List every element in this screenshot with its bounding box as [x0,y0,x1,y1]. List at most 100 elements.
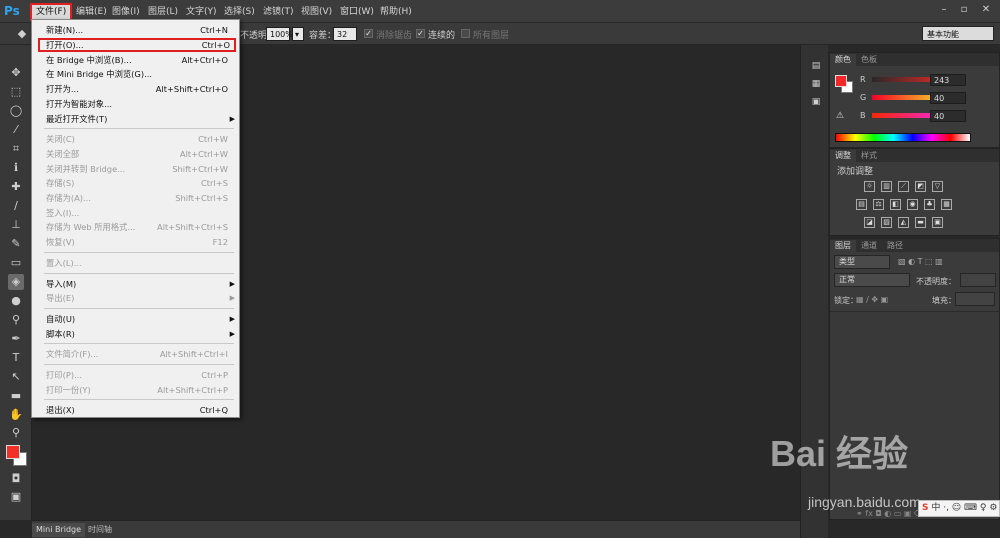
file-menu-item[interactable]: 导入(M) ▶ [46,277,235,291]
blend-mode-select[interactable]: 正常 [834,273,910,287]
clone-stamp-tool-icon[interactable]: ⊥ [8,217,24,233]
color-lookup-icon[interactable]: ▦ [941,199,952,210]
quick-mask-icon[interactable]: ◘ [8,471,24,487]
path-select-tool-icon[interactable]: ↖ [8,369,24,385]
b-value[interactable]: 40 [930,110,966,122]
file-menu-item-shortcut: Shift+Ctrl+W [172,163,228,174]
menu-filter[interactable]: 滤镜(T) [259,4,298,20]
quick-select-tool-icon[interactable]: ⁄ [8,122,24,138]
fill-field[interactable] [955,292,995,306]
file-menu-item: 关闭(C) Ctrl+W [46,132,228,146]
ime-toolbar[interactable]: S 中 ·, ☺ ⌨ ♀ ⚙ [918,500,1000,517]
menu-layer[interactable]: 图层(L) [144,4,182,20]
properties-panel-icon[interactable]: ▦ [809,77,823,91]
file-menu-item: 签入(I)... [46,206,228,220]
file-menu-item[interactable]: 最近打开文件(T) ▶ [46,112,235,126]
file-menu-item[interactable]: 脚本(R) ▶ [46,327,235,341]
panel-foreground-swatch[interactable] [835,75,847,87]
menu-select[interactable]: 选择(S) [220,4,259,20]
photo-filter-icon[interactable]: ◉ [907,199,918,210]
tab-layers[interactable]: 图层 [830,240,856,252]
curves-icon[interactable]: ⟋ [898,181,909,192]
tab-mini-bridge[interactable]: Mini Bridge [32,523,86,537]
tab-swatches[interactable]: 色板 [856,54,882,66]
layer-filter-icons[interactable]: ▧ ◐ T ⬚ ▥ [898,257,943,266]
layer-filter-select[interactable]: 类型 [834,255,890,269]
tab-color[interactable]: 颜色 [830,54,856,66]
dodge-tool-icon[interactable]: ⚲ [8,312,24,328]
menu-edit[interactable]: 编辑(E) [72,4,111,20]
zoom-tool-icon[interactable]: ⚲ [8,425,24,441]
color-balance-icon[interactable]: ⚖ [873,199,884,210]
actions-panel-icon[interactable]: ▣ [809,95,823,109]
menu-view[interactable]: 视图(V) [297,4,336,20]
menu-help[interactable]: 帮助(H) [376,4,416,20]
file-menu-item[interactable]: 在 Bridge 中浏览(B)... Alt+Ctrl+O [46,53,228,67]
tab-timeline[interactable]: 时间轴 [84,523,116,537]
channel-mixer-icon[interactable]: ♣ [924,199,935,210]
menu-image[interactable]: 图像(I) [108,4,144,20]
healing-brush-tool-icon[interactable]: ✚ [8,179,24,195]
posterize-icon[interactable]: ▨ [881,217,892,228]
tab-styles[interactable]: 样式 [856,150,882,162]
type-tool-icon[interactable]: T [8,350,24,366]
workspace-select[interactable]: 基本功能 [922,26,994,41]
color-spectrum-bar[interactable] [835,133,971,142]
anti-alias-checkbox[interactable]: ✓ [364,29,373,38]
eyedropper-tool-icon[interactable]: ℹ [8,160,24,176]
file-menu-item[interactable]: 退出(X) Ctrl+Q [46,403,228,417]
rectangle-tool-icon[interactable]: ▬ [8,388,24,404]
lasso-tool-icon[interactable]: ◯ [8,103,24,119]
selective-color-icon[interactable]: ▣ [932,217,943,228]
all-layers-checkbox[interactable] [461,29,470,38]
marquee-tool-icon[interactable]: ⬚ [8,84,24,100]
exposure-icon[interactable]: ◩ [915,181,926,192]
paint-bucket-preset-icon[interactable]: ◆ [14,26,30,42]
pen-tool-icon[interactable]: ✒ [8,331,24,347]
tab-paths[interactable]: 路径 [882,240,908,252]
blur-tool-icon[interactable]: ● [8,293,24,309]
foreground-color-swatch[interactable] [6,445,20,459]
opacity-field[interactable]: 100% [266,27,293,41]
menu-window[interactable]: 窗口(W) [336,4,378,20]
hue-saturation-icon[interactable]: ▤ [856,199,867,210]
file-menu-item-shortcut: Alt+Ctrl+O [181,54,228,65]
gradient-map-icon[interactable]: ▬ [915,217,926,228]
levels-icon[interactable]: ▥ [881,181,892,192]
layer-opacity-field[interactable] [960,273,996,287]
contiguous-checkbox[interactable]: ✓ [416,29,425,38]
move-tool-icon[interactable]: ✥ [8,65,24,81]
g-value[interactable]: 40 [930,92,966,104]
file-menu-item[interactable]: 打开为... Alt+Shift+Ctrl+O [46,82,228,96]
screen-mode-icon[interactable]: ▣ [8,489,24,505]
r-value[interactable]: 243 [930,74,966,86]
file-menu-item[interactable]: 在 Mini Bridge 中浏览(G)... [46,67,228,81]
file-menu-item[interactable]: 新建(N)... Ctrl+N [46,23,228,37]
crop-tool-icon[interactable]: ⌗ [8,141,24,157]
hand-tool-icon[interactable]: ✋ [8,407,24,423]
tolerance-field[interactable]: 32 [333,27,357,41]
history-brush-tool-icon[interactable]: ✎ [8,236,24,252]
black-white-icon[interactable]: ◧ [890,199,901,210]
menu-type[interactable]: 文字(Y) [182,4,221,20]
file-menu-item: 导出(E) ▶ [46,291,235,305]
brightness-contrast-icon[interactable]: ☼ [864,181,875,192]
brush-tool-icon[interactable]: ∕ [8,198,24,214]
tab-channels[interactable]: 通道 [856,240,882,252]
threshold-icon[interactable]: ◭ [898,217,909,228]
all-layers-label: 所有图层 [473,31,510,41]
close-icon[interactable]: ✕ [978,3,994,17]
minimize-icon[interactable]: – [936,3,952,17]
eraser-tool-icon[interactable]: ▭ [8,255,24,271]
file-menu-item[interactable]: 自动(U) ▶ [46,312,235,326]
lock-icons[interactable]: ▦ ∕ ✥ ▣ [856,295,888,304]
vibrance-icon[interactable]: ▽ [932,181,943,192]
file-menu-item[interactable]: 打开为智能对象... [46,97,228,111]
paint-bucket-tool-icon[interactable]: ◈ [8,274,24,290]
opacity-dropdown-icon[interactable]: ▾ [292,27,304,41]
tab-adjustments[interactable]: 调整 [830,150,856,162]
invert-icon[interactable]: ◪ [864,217,875,228]
maximize-icon[interactable]: ▫ [956,3,972,17]
file-menu-item[interactable]: 打开(O)... Ctrl+O [38,37,236,52]
history-panel-icon[interactable]: ▤ [809,59,823,73]
